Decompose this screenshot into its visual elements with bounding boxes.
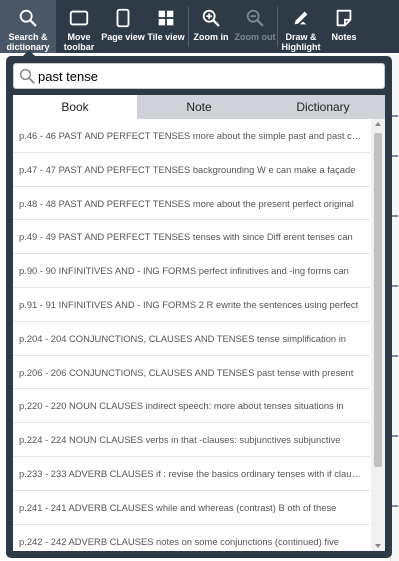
main-toolbar: Search & dictionary Move toolbar Page vi… xyxy=(0,0,399,53)
result-item[interactable]: p.206 - 206 CONJUNCTIONS, CLAUSES AND TE… xyxy=(13,356,370,390)
results-scrollbar[interactable] xyxy=(371,119,385,551)
search-dictionary-label: Search & dictionary xyxy=(6,32,50,52)
search-dictionary-button[interactable]: Search & dictionary xyxy=(0,0,56,53)
move-toolbar-button[interactable]: Move toolbar xyxy=(56,0,102,53)
zoom-in-icon xyxy=(202,9,220,27)
search-panel: Book Note Dictionary p.46 - 46 PAST AND … xyxy=(6,56,392,558)
result-item[interactable]: p.220 - 220 NOUN CLAUSES indirect speech… xyxy=(13,389,370,424)
result-item[interactable]: p.224 - 224 NOUN CLAUSES verbs in that -… xyxy=(13,423,370,457)
tile-view-label: Tile view xyxy=(147,32,185,42)
search-icon xyxy=(19,9,37,27)
result-item[interactable]: p.204 - 204 CONJUNCTIONS, CLAUSES AND TE… xyxy=(13,322,370,356)
note-icon xyxy=(336,9,352,27)
result-item[interactable]: p.46 - 46 PAST AND PERFECT TENSES more a… xyxy=(13,119,370,153)
scroll-down-arrow-icon[interactable] xyxy=(375,544,381,548)
result-item[interactable]: p.47 - 47 PAST AND PERFECT TENSES backgr… xyxy=(13,153,370,187)
zoom-in-label: Zoom in xyxy=(193,32,229,42)
notes-label: Notes xyxy=(331,32,357,42)
zoom-out-button[interactable]: Zoom out xyxy=(233,0,277,53)
notes-button[interactable]: Notes xyxy=(324,0,364,53)
draw-highlight-button[interactable]: Draw & Highlight xyxy=(278,0,324,53)
result-item[interactable]: p.48 - 48 PAST AND PERFECT TENSES more a… xyxy=(13,187,370,221)
result-items: p.46 - 46 PAST AND PERFECT TENSES more a… xyxy=(13,119,370,551)
search-input[interactable] xyxy=(38,66,378,86)
tab-dictionary[interactable]: Dictionary xyxy=(261,95,385,119)
page-view-label: Page view xyxy=(101,32,145,42)
search-box xyxy=(13,63,385,89)
scroll-up-arrow-icon[interactable] xyxy=(375,122,381,126)
result-item[interactable]: p.90 - 90 INFINITIVES AND - ING FORMS pe… xyxy=(13,254,370,288)
tab-book[interactable]: Book xyxy=(13,95,137,119)
result-item[interactable]: p.49 - 49 PAST AND PERFECT TENSES tenses… xyxy=(13,220,370,255)
zoom-out-label: Zoom out xyxy=(234,32,276,42)
tile-view-button[interactable]: Tile view xyxy=(144,0,188,53)
result-tabs: Book Note Dictionary xyxy=(13,95,385,119)
result-item[interactable]: p.241 - 241 ADVERB CLAUSES while and whe… xyxy=(13,491,370,525)
grid-icon xyxy=(158,10,174,26)
result-item[interactable]: p.233 - 233 ADVERB CLAUSES if : revise t… xyxy=(13,457,370,491)
move-toolbar-label: Move toolbar xyxy=(63,32,95,52)
results-list: p.46 - 46 PAST AND PERFECT TENSES more a… xyxy=(13,119,385,551)
zoom-in-button[interactable]: Zoom in xyxy=(189,0,233,53)
pen-icon xyxy=(294,11,308,25)
page-icon xyxy=(116,8,130,28)
window-icon xyxy=(69,10,89,26)
result-item[interactable]: p.91 - 91 INFINITIVES AND - ING FORMS 2 … xyxy=(13,288,370,322)
scroll-thumb[interactable] xyxy=(374,133,382,467)
zoom-out-icon xyxy=(246,9,264,27)
tab-note[interactable]: Note xyxy=(137,95,261,119)
search-icon xyxy=(19,68,35,84)
page-view-button[interactable]: Page view xyxy=(101,0,145,53)
result-item[interactable]: p.242 - 242 ADVERB CLAUSES notes on some… xyxy=(13,525,370,551)
draw-highlight-label: Draw & Highlight xyxy=(281,32,321,52)
